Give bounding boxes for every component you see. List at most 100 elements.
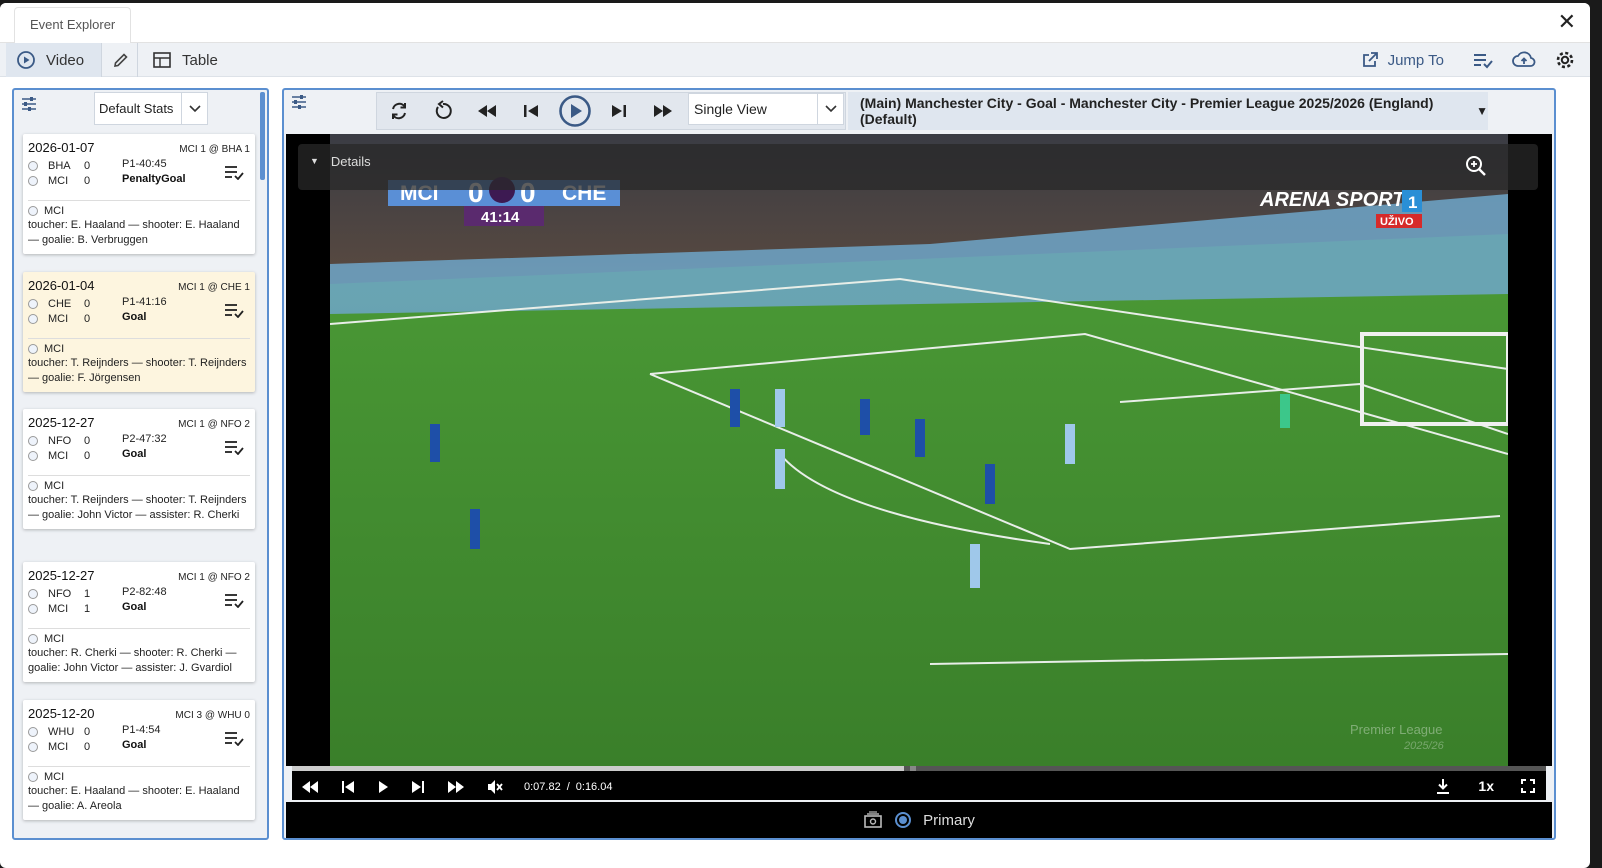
add-to-playlist-icon[interactable] [224,592,244,608]
stats-preset-select[interactable]: Default Stats [94,92,208,125]
team-logo-icon [28,481,38,491]
event-card[interactable]: 2025-12-27 MCI 1 @ NFO 2 NFO 1 MCI 1 P2-… [23,562,255,682]
team-name: MCI [48,740,69,753]
event-team-name: MCI [44,343,65,355]
window-title-tab[interactable]: Event Explorer [14,7,132,44]
main-toolbar: Video Table Jump To [0,43,1590,77]
camera-switch-icon[interactable] [863,811,883,829]
replay-button[interactable] [421,93,465,129]
pencil-icon [113,53,128,67]
caret-down-icon: ▼ [1476,104,1488,118]
zoom-in-icon[interactable] [1464,154,1488,178]
controls-right: 1x [1434,777,1536,795]
event-description: toucher: E. Haaland — shooter: E. Haalan… [28,219,240,246]
team-logo-icon [28,206,38,216]
play-button[interactable] [553,93,597,129]
rewind-button[interactable] [465,93,509,129]
event-teams: CHE 0 MCI 0 P1-41:16 Goal [28,296,250,334]
video-controls-bar: 0:07.82 / 0:16.04 1x [292,766,1546,800]
team-row: CHE 0 [28,296,104,311]
skip-previous-icon [524,105,538,117]
team-row: NFO 1 [28,586,104,601]
playback-speed-button[interactable]: 1x [1478,778,1494,794]
view-mode-select[interactable]: Single View [688,93,844,125]
jump-to-button[interactable]: Jump To [1360,50,1444,70]
event-date: 2025-12-27 [28,568,95,583]
add-to-playlist-icon[interactable] [224,164,244,180]
next-button[interactable] [597,93,641,129]
rewind-icon[interactable] [300,780,320,794]
progress-bar[interactable] [292,766,1546,771]
table-view-label: Table [182,51,218,69]
event-clock: P2-82:48 [122,586,167,598]
table-view-button[interactable]: Table [152,43,218,77]
event-card[interactable]: 2025-12-20 MCI 3 @ WHU 0 WHU 0 MCI 0 P1-… [23,700,255,820]
fullscreen-icon[interactable] [1520,778,1536,794]
download-icon[interactable] [1434,777,1452,795]
event-type: Goal [122,739,147,751]
events-list-header: Default Stats [14,90,267,128]
skip-next-icon [612,105,626,117]
event-match: MCI 3 @ WHU 0 [175,710,250,721]
event-description: toucher: R. Cherki — shooter: R. Cherki … [28,647,237,674]
event-card[interactable]: 2026-01-07 MCI 1 @ BHA 1 BHA 0 MCI 0 P1-… [23,134,255,254]
event-match: MCI 1 @ NFO 2 [178,419,250,430]
clip-title-dropdown[interactable]: (Main) Manchester City - Goal - Manchest… [848,92,1488,130]
volume-muted-icon[interactable] [486,779,504,795]
player-header: Single View (Main) Manchester City - Goa… [284,90,1554,132]
video-source-bar: Primary [286,802,1552,838]
event-date: 2026-01-04 [28,278,95,293]
add-to-playlist-icon[interactable] [224,302,244,318]
add-to-playlist-icon[interactable] [224,439,244,455]
player-settings-sliders-icon[interactable] [290,94,308,110]
event-team-name: MCI [44,633,65,645]
caret-down-icon: ▼ [310,156,319,166]
filter-sliders-icon[interactable] [20,96,38,112]
primary-source-radio[interactable] [895,812,912,828]
stats-preset-value: Default Stats [99,101,174,116]
primary-source-label: Primary [923,811,975,829]
event-card-header: 2025-12-20 MCI 3 @ WHU 0 [28,706,250,721]
event-team-name: MCI [44,480,65,492]
event-team-name: MCI [44,205,65,217]
event-teams: NFO 0 MCI 0 P2-47:32 Goal [28,433,250,471]
team-name: MCI [48,174,69,187]
details-overlay[interactable]: ▼ Details [298,144,1538,190]
event-card[interactable]: 2026-01-04 MCI 1 @ CHE 1 CHE 0 MCI 0 P1-… [23,272,255,392]
team-logo-icon [28,772,38,782]
team-logo-icon [28,298,38,309]
video-viewport[interactable]: MCI 0 0 CHE 41:14 ARENA SPORT 1 UŽIVO Pr… [286,134,1552,766]
close-icon[interactable]: ✕ [1558,11,1576,33]
event-match: MCI 1 @ BHA 1 [179,144,250,155]
previous-button[interactable] [509,93,553,129]
team-score: 1 [84,587,91,600]
event-team: MCI [28,343,250,355]
card-divider [28,628,250,629]
play-icon[interactable] [376,780,390,794]
team-score: 0 [84,297,91,310]
settings-gear-icon[interactable] [1554,49,1576,71]
edit-button[interactable] [104,43,138,77]
fast-forward-button[interactable] [641,93,685,129]
team-logo-icon [28,313,38,324]
fast-forward-icon[interactable] [446,780,466,794]
team-name: WHU [48,725,75,738]
fast-forward-icon [654,105,672,117]
cloud-upload-icon[interactable] [1512,50,1536,70]
event-team: MCI [28,480,250,492]
team-logo-icon [28,634,38,644]
event-date: 2025-12-27 [28,415,95,430]
rewind-icon [478,105,496,117]
event-teams: NFO 1 MCI 1 P2-82:48 Goal [28,586,250,624]
skip-next-icon[interactable] [410,780,426,794]
playlist-check-icon[interactable] [1472,50,1494,70]
team-logo-icon [28,726,38,737]
video-view-button[interactable]: Video [6,43,102,77]
event-card[interactable]: 2025-12-27 MCI 1 @ NFO 2 NFO 0 MCI 0 P2-… [23,409,255,529]
events-list-scrollbar[interactable] [260,92,265,180]
loop-button[interactable] [377,93,421,129]
skip-previous-icon[interactable] [340,780,356,794]
svg-text:ARENA SPORT: ARENA SPORT [1259,189,1406,211]
jump-to-label: Jump To [1387,51,1444,69]
add-to-playlist-icon[interactable] [224,730,244,746]
